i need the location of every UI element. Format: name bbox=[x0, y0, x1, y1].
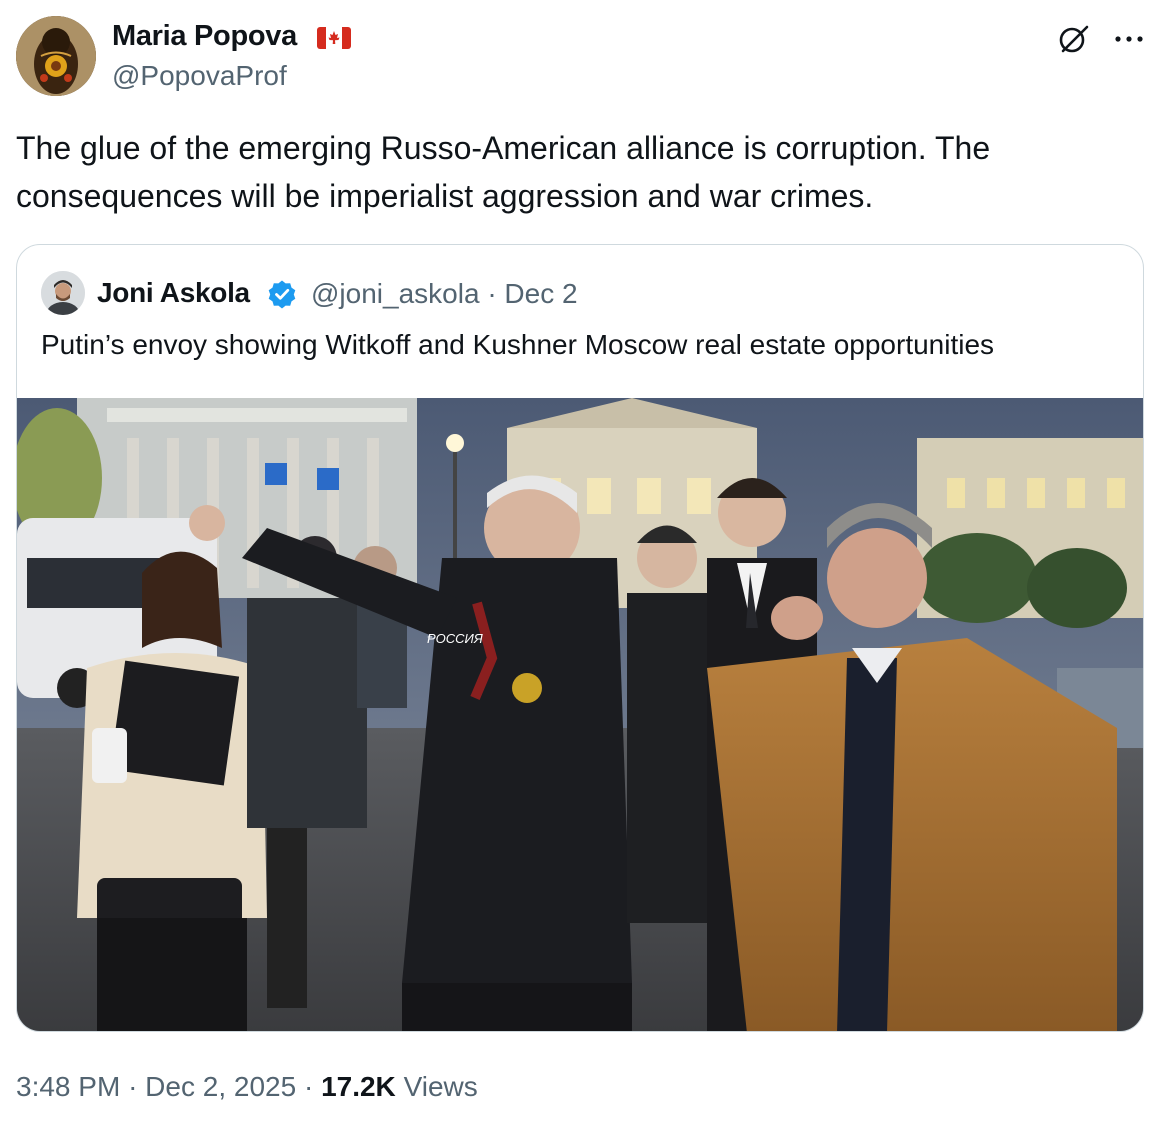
views-count[interactable]: 17.2K bbox=[321, 1071, 396, 1102]
verified-badge-icon bbox=[267, 279, 297, 309]
views-label[interactable]: Views bbox=[404, 1071, 478, 1102]
tweet-date[interactable]: Dec 2, 2025 bbox=[145, 1071, 296, 1102]
tweet-meta: 3:48 PM · Dec 2, 2025 · 17.2K Views bbox=[16, 1071, 478, 1103]
tweet-time[interactable]: 3:48 PM bbox=[16, 1071, 120, 1102]
quoted-handle[interactable]: @joni_askola bbox=[311, 278, 480, 309]
quoted-tweet-card[interactable]: Joni Askola @joni_askola · Dec 2 Putin’s… bbox=[16, 244, 1144, 1032]
quoted-photo[interactable]: ⱣOCCИЯ bbox=[17, 398, 1143, 1031]
tweet-text: The glue of the emerging Russo-American … bbox=[16, 130, 991, 214]
tweet: Maria Popova @PopovaProf The glue of the… bbox=[0, 0, 1165, 1126]
author-handle[interactable]: @PopovaProf bbox=[112, 60, 287, 92]
quoted-tweet-text: Putin’s envoy showing Witkoff and Kushne… bbox=[41, 329, 995, 360]
author-name[interactable]: Maria Popova bbox=[112, 20, 297, 53]
more-horizontal-icon[interactable] bbox=[1112, 22, 1146, 56]
separator: · bbox=[487, 278, 497, 309]
separator: · bbox=[128, 1071, 138, 1102]
jacket-label: ⱣOCCИЯ bbox=[427, 631, 483, 646]
quoted-author-avatar[interactable] bbox=[41, 271, 85, 315]
quoted-date[interactable]: Dec 2 bbox=[504, 278, 577, 309]
separator: · bbox=[303, 1071, 314, 1102]
author-avatar[interactable] bbox=[16, 16, 96, 96]
grok-icon[interactable] bbox=[1057, 22, 1091, 56]
quoted-handle-and-date: @joni_askola · Dec 2 bbox=[311, 278, 578, 310]
canada-flag-icon bbox=[317, 27, 351, 49]
quoted-author-name[interactable]: Joni Askola bbox=[97, 277, 250, 309]
